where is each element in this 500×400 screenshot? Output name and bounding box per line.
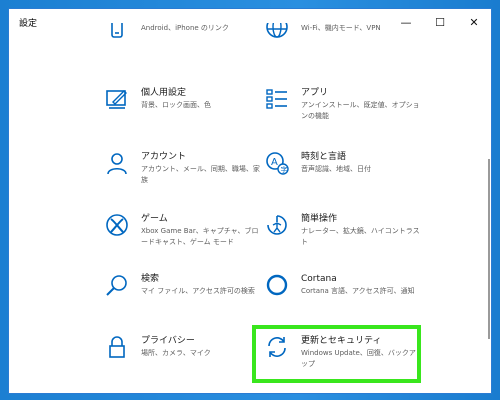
time-language-icon: A字 [265,151,289,175]
tile-desc: Cortana 言語、アクセス許可、通知 [301,287,415,295]
tile-desc: 場所、カメラ、マイク [141,349,211,357]
person-icon [105,151,129,175]
svg-text:A: A [271,157,278,168]
tile-title: 個人用設定 [141,88,187,98]
scrollbar[interactable] [488,159,490,339]
lock-icon [105,335,129,359]
svg-text:字: 字 [281,165,288,174]
tile-desc: Wi-Fi、機内モード、VPN [301,24,381,32]
tile-search[interactable]: 検索 マイ ファイル、アクセス許可の検索 [105,273,261,297]
tile-network[interactable]: Wi-Fi、機内モード、VPN [265,23,421,47]
tile-phone[interactable]: Android、iPhone のリンク [105,23,261,47]
tile-desc: Android、iPhone のリンク [141,24,229,32]
tile-desc: 背景、ロック画面、色 [141,101,211,109]
cortana-icon [265,273,289,297]
xbox-icon [105,213,129,237]
tile-title: 検索 [141,274,160,284]
maximize-button[interactable]: ☐ [423,9,457,35]
highlight-box [252,325,421,383]
personalization-icon [105,87,129,111]
tile-title: アプリ [301,88,329,98]
window-title: 設定 [19,19,38,29]
tile-desc: Xbox Game Bar、キャプチャ、ブロードキャスト、ゲーム モード [141,227,259,246]
tile-accounts[interactable]: アカウント アカウント、メール、同期、職場、家族 [105,151,261,186]
apps-icon [265,87,289,111]
tile-title: 時刻と言語 [301,152,347,162]
tile-ease-of-access[interactable]: 簡単操作 ナレーター、拡大鏡、ハイコントラスト [265,213,421,248]
tile-time-language[interactable]: A字 時刻と言語 音声認識、地域、日付 [265,151,421,175]
tile-title: 簡単操作 [301,214,338,224]
tile-title: Cortana [301,274,337,284]
close-button[interactable]: ✕ [457,9,491,35]
tile-desc: アカウント、メール、同期、職場、家族 [141,165,260,184]
ease-of-access-icon [265,213,289,237]
tile-gaming[interactable]: ゲーム Xbox Game Bar、キャプチャ、ブロードキャスト、ゲーム モード [105,213,261,248]
tile-title: アカウント [141,152,187,162]
phone-icon [105,23,129,47]
tile-cortana[interactable]: Cortana Cortana 言語、アクセス許可、通知 [265,273,421,297]
settings-window: 設定 — ☐ ✕ Android、iPhone のリンク Wi-Fi、機内モード… [8,8,492,394]
tile-apps[interactable]: アプリ アンインストール、既定値、オプションの機能 [265,87,421,122]
tile-desc: ナレーター、拡大鏡、ハイコントラスト [301,227,420,246]
search-icon [105,273,129,297]
tile-desc: 音声認識、地域、日付 [301,165,371,173]
tile-privacy[interactable]: プライバシー 場所、カメラ、マイク [105,335,261,359]
globe-icon [265,23,289,47]
tile-title: ゲーム [141,214,168,224]
tile-personalization[interactable]: 個人用設定 背景、ロック画面、色 [105,87,261,111]
tile-desc: マイ ファイル、アクセス許可の検索 [141,287,255,295]
tile-title: プライバシー [141,336,195,346]
tile-desc: アンインストール、既定値、オプションの機能 [301,101,420,120]
